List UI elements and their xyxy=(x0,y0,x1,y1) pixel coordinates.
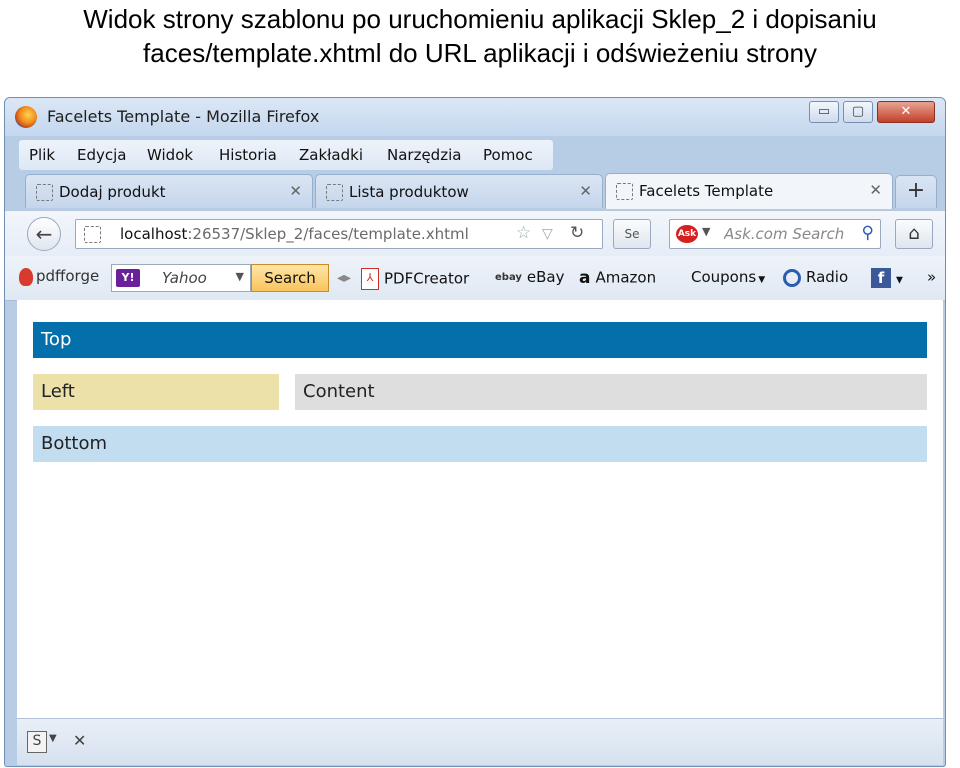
yahoo-search-input[interactable]: Y! Yahoo ▼ xyxy=(111,264,251,292)
caption-line-2: faces/template.xhtml do URL aplikacji i … xyxy=(143,38,817,68)
bookmark-ebay[interactable]: ebay eBay xyxy=(495,268,565,286)
menu-pomoc[interactable]: Pomoc xyxy=(483,146,533,164)
search-engine-dropdown-icon[interactable]: ▼ xyxy=(702,225,710,238)
template-left-region: Left xyxy=(33,374,279,410)
caption-line-1: Widok strony szablonu po uruchomieniu ap… xyxy=(83,4,877,34)
maximize-button[interactable]: ▢ xyxy=(843,101,873,123)
page-favicon-icon xyxy=(326,184,343,201)
back-button[interactable]: ← xyxy=(27,217,61,251)
ask-logo-icon: Ask xyxy=(676,225,698,243)
template-content-region: Content xyxy=(295,374,927,410)
facebook-icon: f xyxy=(871,268,891,288)
page-favicon-icon xyxy=(84,226,101,243)
toolbar-overflow-button[interactable]: » xyxy=(927,268,936,286)
firefox-logo-icon xyxy=(15,106,37,128)
template-top-region: Top xyxy=(33,322,927,358)
page-favicon-icon xyxy=(616,183,633,200)
new-tab-button[interactable]: + xyxy=(895,175,937,208)
reload-icon[interactable]: ↻ xyxy=(570,223,584,243)
chevron-down-icon[interactable]: ▼ xyxy=(236,270,244,283)
tab-label: Facelets Template xyxy=(639,182,774,200)
tab-close-icon[interactable]: ✕ xyxy=(869,181,882,199)
home-button[interactable]: ⌂ xyxy=(895,219,933,249)
close-window-button[interactable]: ✕ xyxy=(877,101,935,123)
tab-close-icon[interactable]: ✕ xyxy=(289,182,302,200)
bookmark-label: Amazon xyxy=(595,268,657,287)
chevron-down-icon: ▼ xyxy=(896,275,903,286)
amazon-icon: a xyxy=(579,268,591,288)
url-host: localhost xyxy=(120,225,188,243)
navigation-bar: ← localhost:26537/Sklep_2/faces/template… xyxy=(5,210,945,257)
menu-plik[interactable]: Plik xyxy=(29,146,55,164)
close-icon[interactable]: ✕ xyxy=(73,731,86,750)
tab-label: Lista produktow xyxy=(349,183,469,201)
bookmark-coupons[interactable]: Coupons ▼ xyxy=(691,268,765,286)
bookmark-label: eBay xyxy=(526,268,565,286)
tab-lista-produktow[interactable]: Lista produktow ✕ xyxy=(315,174,603,208)
radio-icon xyxy=(783,268,801,287)
menu-narzedzia[interactable]: Narzędzia xyxy=(387,146,461,164)
browser-window: Facelets Template - Mozilla Firefox ▭ ▢ … xyxy=(4,97,946,767)
bookmark-label: Coupons xyxy=(691,268,757,286)
status-bar: S ▼ ✕ xyxy=(17,718,943,765)
menu-zakladki[interactable]: Zakładki xyxy=(299,146,363,164)
page-content: Top Left Content Bottom xyxy=(17,300,943,718)
search-box[interactable]: Ask ▼ Ask.com Search ⚲ xyxy=(669,219,881,249)
search-go-icon[interactable]: ⚲ xyxy=(862,223,874,243)
bookmark-label: PDFCreator xyxy=(384,269,470,288)
chevron-down-icon[interactable]: ▼ xyxy=(49,733,57,744)
bookmark-amazon[interactable]: a Amazon xyxy=(579,268,656,288)
pdfforge-label: pdfforge xyxy=(36,267,100,285)
url-text: localhost:26537/Sklep_2/faces/template.x… xyxy=(120,225,469,243)
history-dropdown-icon[interactable]: ▽ xyxy=(542,226,553,242)
tab-dodaj-produkt[interactable]: Dodaj produkt ✕ xyxy=(25,174,313,208)
search-placeholder: Ask.com Search xyxy=(724,225,845,243)
chevron-down-icon: ▼ xyxy=(758,275,766,285)
tab-close-icon[interactable]: ✕ xyxy=(579,182,592,200)
pdfforge-icon xyxy=(19,267,33,286)
minimize-button[interactable]: ▭ xyxy=(809,101,839,123)
bookmark-facebook[interactable]: f ▼ xyxy=(871,268,903,288)
tab-facelets-template[interactable]: Facelets Template ✕ xyxy=(605,173,893,209)
yahoo-search-button[interactable]: Search xyxy=(251,264,329,292)
menu-historia[interactable]: Historia xyxy=(219,146,277,164)
selenium-addon-icon[interactable]: Se xyxy=(613,219,651,249)
bookmark-label: Radio xyxy=(806,268,849,286)
yahoo-logo-icon: Y! xyxy=(116,269,140,287)
bookmark-star-icon[interactable]: ☆ xyxy=(516,223,531,243)
bookmark-pdfcreator[interactable]: ⅄ PDFCreator xyxy=(361,268,469,290)
menu-widok[interactable]: Widok xyxy=(147,146,193,164)
template-bottom-region: Bottom xyxy=(33,426,927,462)
menu-bar: Plik Edycja Widok Historia Zakładki Narz… xyxy=(19,140,553,170)
title-bar: Facelets Template - Mozilla Firefox ▭ ▢ … xyxy=(5,98,945,136)
yahoo-search-text: Yahoo xyxy=(162,269,207,287)
pdf-icon: ⅄ xyxy=(361,268,379,290)
tab-strip: Dodaj produkt ✕ Lista produktow ✕ Facele… xyxy=(5,172,945,210)
url-path: :26537/Sklep_2/faces/template.xhtml xyxy=(187,225,469,243)
address-bar[interactable]: localhost:26537/Sklep_2/faces/template.x… xyxy=(75,219,603,249)
tab-label: Dodaj produkt xyxy=(59,183,166,201)
page-favicon-icon xyxy=(36,184,53,201)
toolbar-separator-icon: ◂▸ xyxy=(337,270,352,286)
window-title: Facelets Template - Mozilla Firefox xyxy=(47,107,320,126)
bookmarks-toolbar: pdfforge Y! Yahoo ▼ Search ◂▸ ⅄ PDFCreato… xyxy=(5,256,945,301)
addon-s-icon[interactable]: S xyxy=(27,731,47,753)
pdfforge-logo[interactable]: pdfforge xyxy=(19,267,99,286)
menu-edycja[interactable]: Edycja xyxy=(77,146,126,164)
ebay-icon: ebay xyxy=(495,272,522,283)
bookmark-radio[interactable]: Radio xyxy=(783,268,848,287)
slide-caption: Widok strony szablonu po uruchomieniu ap… xyxy=(0,0,960,92)
